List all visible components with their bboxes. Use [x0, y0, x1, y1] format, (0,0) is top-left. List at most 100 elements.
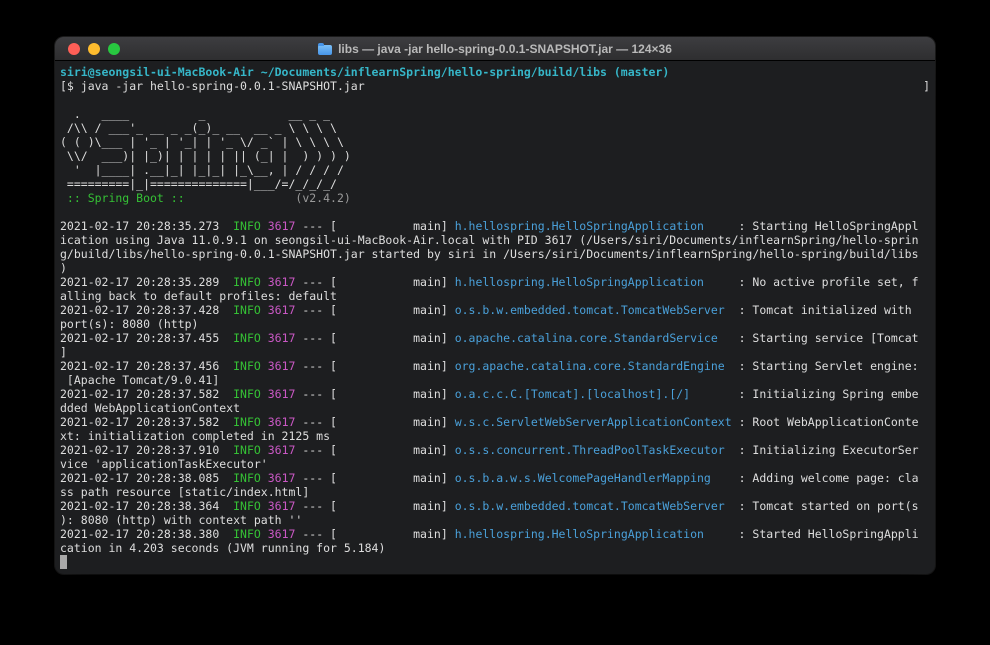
- terminal-line: 2021-02-17 20:28:35.289 INFO 3617 --- [ …: [60, 275, 930, 289]
- terminal-text-segment: 3617: [267, 219, 296, 233]
- terminal-text-segment: /\\ / ___'_ __ _ _(_)_ __ __ _ \ \ \ \: [60, 121, 337, 135]
- terminal-text-segment: INFO: [233, 527, 261, 541]
- terminal-text-segment: INFO: [233, 443, 261, 457]
- terminal-text-segment: : Root WebApplicationConte: [731, 415, 919, 429]
- terminal-text-segment: 3617: [267, 471, 296, 485]
- terminal-text-segment: 3617: [267, 303, 296, 317]
- terminal-line: alling back to default profiles: default: [60, 289, 930, 303]
- terminal-text-segment: g/build/libs/hello-spring-0.0.1-SNAPSHOT…: [60, 247, 919, 261]
- terminal-text-segment: : Initializing Spring embe: [690, 387, 919, 401]
- terminal-text-segment: alling back to default profiles: default: [60, 289, 337, 303]
- terminal-line: g/build/libs/hello-spring-0.0.1-SNAPSHOT…: [60, 247, 930, 261]
- terminal-text-segment: ( ( )\___ | '_ | '_| | '_ \/ _` | \ \ \ …: [60, 135, 344, 149]
- terminal-text-segment: 2021-02-17 20:28:35.273: [60, 219, 234, 233]
- terminal-text-segment: w.s.c.ServletWebServerApplicationContext: [454, 415, 732, 429]
- terminal-text-segment: [$ java -jar hello-spring-0.0.1-SNAPSHOT…: [60, 79, 365, 93]
- terminal-text-segment: INFO: [233, 303, 261, 317]
- terminal-line: :: Spring Boot :: (v2.4.2): [60, 191, 930, 205]
- close-button[interactable]: [68, 42, 80, 55]
- terminal-line: siri@seongsil-ui-MacBook-Air ~/Documents…: [60, 65, 930, 79]
- terminal-text-segment: --- [ main]: [295, 331, 455, 345]
- terminal-text-segment: . ____ _ __ _ _: [60, 107, 331, 121]
- terminal-line: [60, 555, 930, 569]
- terminal-text-segment: INFO: [233, 415, 261, 429]
- terminal-line: ication using Java 11.0.9.1 on seongsil-…: [60, 233, 930, 247]
- terminal-text-segment: : Adding welcome page: cla: [710, 471, 919, 485]
- terminal-line: 2021-02-17 20:28:38.380 INFO 3617 --- [ …: [60, 527, 930, 541]
- terminal-text-segment: ss path resource [static/index.html]: [60, 485, 310, 499]
- terminal-screen[interactable]: siri@seongsil-ui-MacBook-Air ~/Documents…: [55, 61, 935, 573]
- terminal-text-segment: --- [ main]: [295, 387, 455, 401]
- terminal-line: 2021-02-17 20:28:35.273 INFO 3617 --- [ …: [60, 219, 930, 233]
- terminal-text-segment: ): 8080 (http) with context path '': [60, 513, 303, 527]
- terminal-text-segment: h.hellospring.HelloSpringApplication: [454, 275, 704, 289]
- title-bar[interactable]: libs — java -jar hello-spring-0.0.1-SNAP…: [55, 37, 935, 61]
- terminal-line: 2021-02-17 20:28:37.582 INFO 3617 --- [ …: [60, 387, 930, 401]
- terminal-line: ): [60, 261, 930, 275]
- terminal-text-segment: : Starting HelloSpringAppl: [703, 219, 919, 233]
- terminal-text-segment: 2021-02-17 20:28:37.456: [60, 359, 234, 373]
- terminal-text-segment: o.apache.catalina.core.StandardService: [454, 331, 718, 345]
- terminal-text-segment: o.s.b.w.embedded.tomcat.TomcatWebServer: [454, 303, 725, 317]
- terminal-text-segment: INFO: [233, 275, 261, 289]
- terminal-text-segment: =========|_|==============|___/=/_/_/_/: [60, 177, 337, 191]
- terminal-text-segment: 3617: [267, 443, 296, 457]
- terminal-text-segment: 3617: [267, 331, 296, 345]
- terminal-text-segment: :: Spring Boot ::: [60, 191, 185, 205]
- terminal-text-segment: 3617: [267, 499, 296, 513]
- terminal-line: [$ java -jar hello-spring-0.0.1-SNAPSHOT…: [60, 79, 930, 93]
- terminal-text-segment: ' |____| .__|_| |_|_| |_\__, | / / / /: [60, 163, 344, 177]
- window-title-area: libs — java -jar hello-spring-0.0.1-SNAP…: [55, 42, 935, 56]
- minimize-button[interactable]: [88, 42, 100, 55]
- terminal-text-segment: 2021-02-17 20:28:38.085: [60, 471, 234, 485]
- terminal-text-segment: siri@seongsil-ui-MacBook-Air ~/Documents…: [60, 65, 670, 79]
- terminal-text-segment: INFO: [233, 331, 261, 345]
- terminal-line: 2021-02-17 20:28:37.910 INFO 3617 --- [ …: [60, 443, 930, 457]
- terminal-text-segment: ]: [923, 79, 930, 93]
- terminal-line: xt: initialization completed in 2125 ms: [60, 429, 930, 443]
- terminal-text-segment: : Starting service [Tomcat: [717, 331, 919, 345]
- terminal-text-segment: 2021-02-17 20:28:37.428: [60, 303, 234, 317]
- terminal-text-segment: xt: initialization completed in 2125 ms: [60, 429, 331, 443]
- terminal-window: libs — java -jar hello-spring-0.0.1-SNAP…: [55, 37, 935, 574]
- terminal-text-segment: (v2.4.2): [184, 191, 351, 205]
- terminal-line: ]: [60, 345, 930, 359]
- terminal-line: 2021-02-17 20:28:37.582 INFO 3617 --- [ …: [60, 415, 930, 429]
- terminal-text-segment: o.s.b.a.w.s.WelcomePageHandlerMapping: [454, 471, 711, 485]
- terminal-line: 2021-02-17 20:28:37.455 INFO 3617 --- [ …: [60, 331, 930, 345]
- folder-icon: [318, 42, 333, 55]
- terminal-text-segment: --- [ main]: [295, 303, 455, 317]
- terminal-text-segment: [Apache Tomcat/9.0.41]: [60, 373, 220, 387]
- terminal-text-segment: ]: [60, 345, 67, 359]
- terminal-text-segment: --- [ main]: [295, 219, 455, 233]
- terminal-text-segment: : Initializing ExecutorSer: [724, 443, 919, 457]
- terminal-line: ' |____| .__|_| |_|_| |_\__, | / / / /: [60, 163, 930, 177]
- terminal-text-segment: INFO: [233, 499, 261, 513]
- zoom-button[interactable]: [108, 42, 120, 55]
- terminal-text-segment: --- [ main]: [295, 359, 455, 373]
- traffic-lights: [68, 42, 120, 55]
- terminal-text-segment: INFO: [233, 471, 261, 485]
- terminal-text-segment: --- [ main]: [295, 275, 455, 289]
- terminal-text-segment: 2021-02-17 20:28:37.582: [60, 415, 234, 429]
- terminal-text-segment: INFO: [233, 359, 261, 373]
- terminal-text-segment: INFO: [233, 387, 261, 401]
- terminal-text-segment: 2021-02-17 20:28:37.910: [60, 443, 234, 457]
- terminal-line: . ____ _ __ _ _: [60, 107, 930, 121]
- terminal-line: dded WebApplicationContext: [60, 401, 930, 415]
- terminal-text-segment: port(s): 8080 (http): [60, 317, 199, 331]
- terminal-text-segment: o.s.b.w.embedded.tomcat.TomcatWebServer: [454, 499, 725, 513]
- terminal-line: 2021-02-17 20:28:38.364 INFO 3617 --- [ …: [60, 499, 930, 513]
- terminal-line: vice 'applicationTaskExecutor': [60, 457, 930, 471]
- terminal-line: 2021-02-17 20:28:38.085 INFO 3617 --- [ …: [60, 471, 930, 485]
- terminal-line: ): 8080 (http) with context path '': [60, 513, 930, 527]
